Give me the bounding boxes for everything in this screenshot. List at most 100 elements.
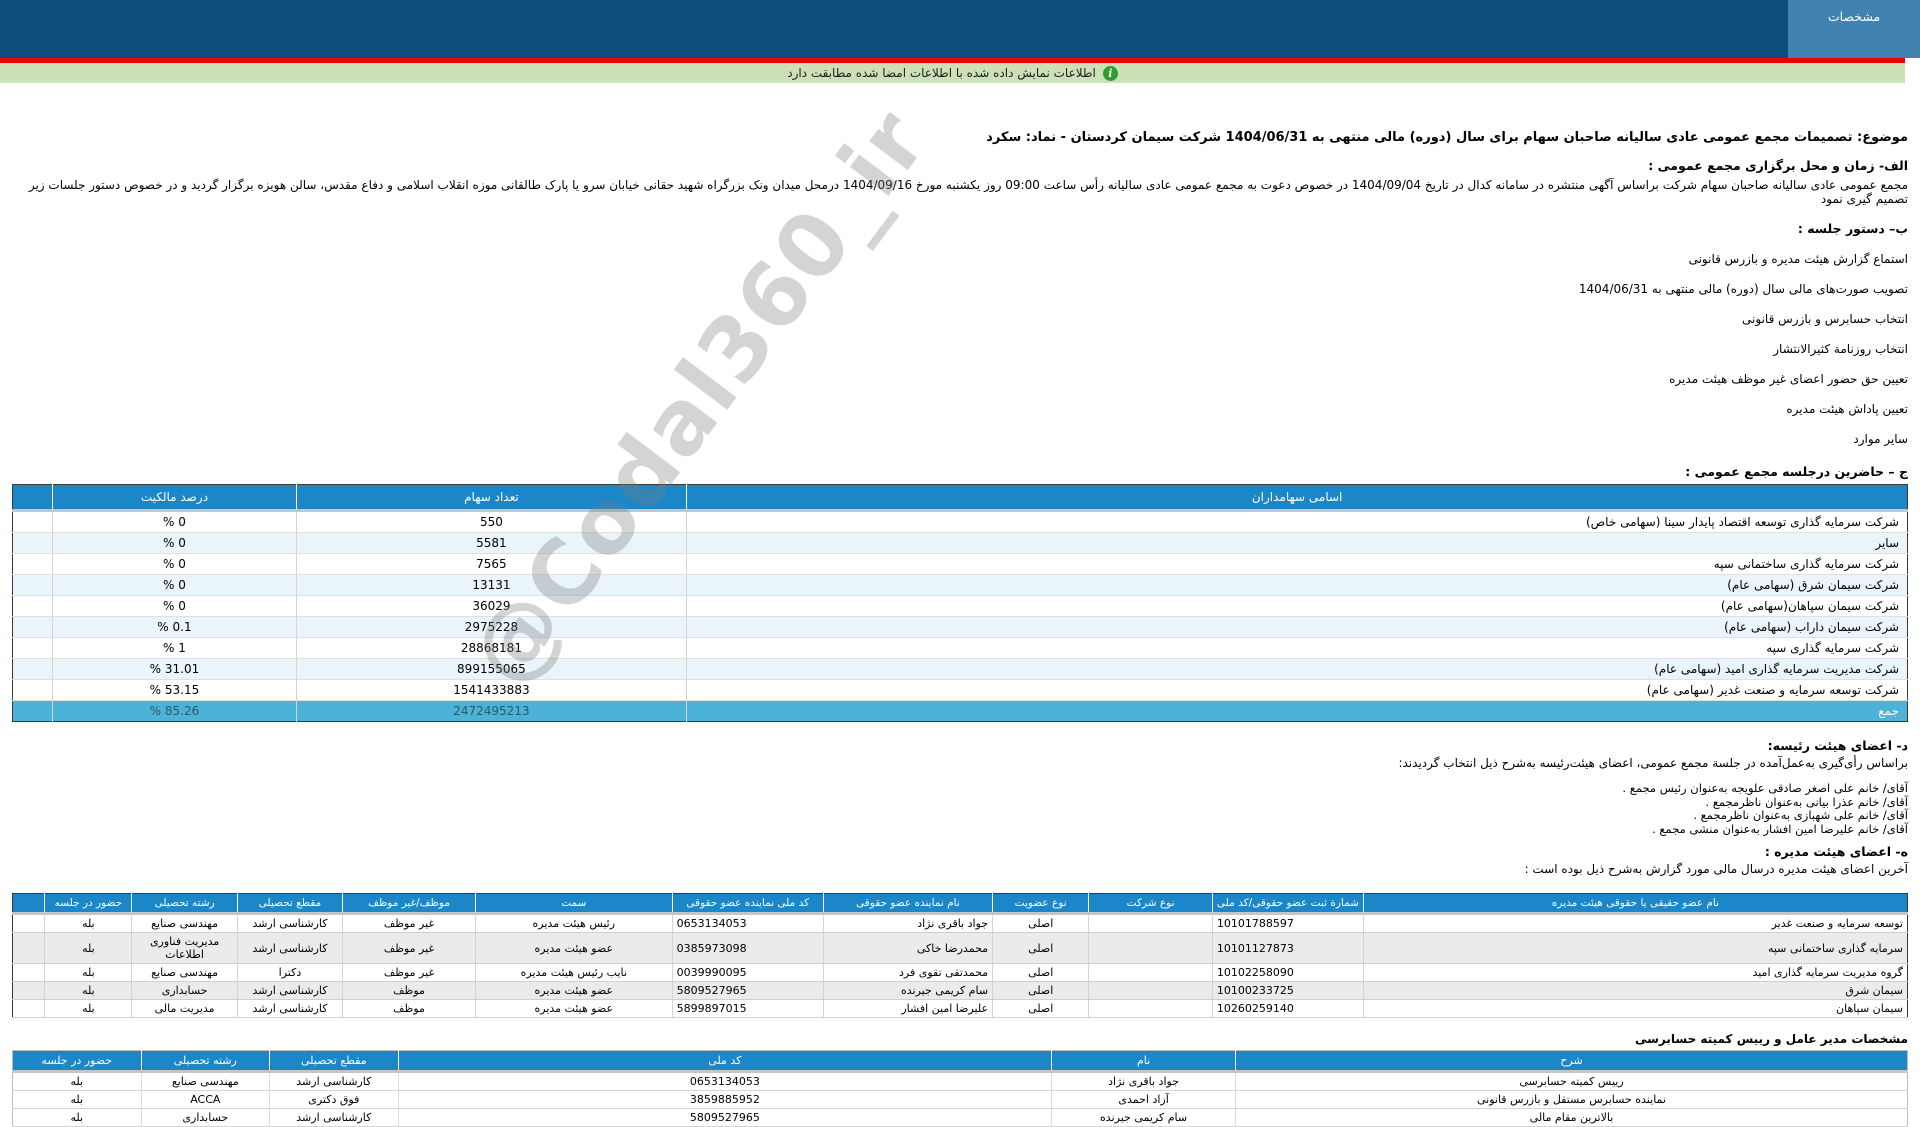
section-d-intro: براساس رأی‌گیری به‌عمل‌آمده در جلسة مجمع… xyxy=(12,756,1908,770)
national-id: 0653134053 xyxy=(398,1072,1052,1091)
attendance: بله xyxy=(45,1000,132,1018)
field-of-study: مدیریت فناوری اطلاعات xyxy=(132,933,237,964)
membership-type: اصلی xyxy=(993,914,1089,933)
position: عضو هیئت مدیره xyxy=(475,1000,672,1018)
share-count: 2975228 xyxy=(296,617,687,638)
col-degree: مقطع تحصیلی xyxy=(270,1051,399,1072)
shareholder-name: شرکت توسعه سرمایه و صنعت غدیر (سهامی عام… xyxy=(687,680,1908,701)
field-of-study: حسابداری xyxy=(132,982,237,1000)
executive-status: غیر موظف xyxy=(343,914,476,933)
total-label: جمع xyxy=(687,701,1908,722)
person-name: جواد باقری نژاد xyxy=(1052,1072,1236,1091)
company-type xyxy=(1089,1000,1213,1018)
national-id: 3859885952 xyxy=(398,1091,1052,1109)
registration-id: 10101127873 xyxy=(1212,933,1363,964)
report-body: موضوع: تصمیمات مجمع عمومی عادی سالیانه ص… xyxy=(0,130,1920,1127)
col-executive-status: موظف/غیر موظف xyxy=(343,894,476,914)
col-shareholder-name: اسامی سهامداران xyxy=(687,485,1908,511)
executive-status: غیر موظف xyxy=(343,933,476,964)
agenda-item: انتخاب حسابرس و بازرس قانونی xyxy=(12,312,1908,326)
empty-cell xyxy=(13,617,53,638)
shareholder-row: شرکت سرمایه گذاری ساختمانی سپه 7565 % 0 xyxy=(13,554,1908,575)
presiding-board-member: آقای/ خانم علی اصغر صادقی علویجه به‌عنوا… xyxy=(12,782,1908,796)
col-field-of-study: رشته تحصیلی xyxy=(141,1051,270,1072)
col-ownership-percent: درصد مالکیت xyxy=(53,485,296,511)
field-of-study: حسابداری xyxy=(141,1109,270,1127)
col-membership-type: نوع عضویت xyxy=(993,894,1089,914)
member-name: سیمان سپاهان xyxy=(1363,1000,1907,1018)
share-count: 550 xyxy=(296,511,687,533)
shareholder-row: شرکت سیمان داراب (سهامی عام) 2975228 % 0… xyxy=(13,617,1908,638)
attendance: بله xyxy=(45,914,132,933)
empty-cell xyxy=(13,596,53,617)
ownership-percent: % 53.15 xyxy=(53,680,296,701)
membership-type: اصلی xyxy=(993,1000,1089,1018)
shareholders-total: جمع 2472495213 % 85.26 xyxy=(13,701,1908,722)
ceo-audit-row: بالاترین مقام مالی سام کریمی جیرنده 5809… xyxy=(13,1109,1908,1127)
shareholder-name: شرکت سرمایه گذاری سپه xyxy=(687,638,1908,659)
executive-status: غیر موظف xyxy=(343,964,476,982)
shareholder-row: شرکت سیمان سپاهان(سهامی عام) 36029 % 0 xyxy=(13,596,1908,617)
director-row: سرمایه گذاری ساختمانی سپه 10101127873 اص… xyxy=(13,933,1908,964)
degree: کارشناسی ارشد xyxy=(237,1000,342,1018)
ceo-audit-table-header: شرح نام کد ملی مقطع تحصیلی رشته تحصیلی ح… xyxy=(13,1051,1908,1072)
col-attendance: حضور در جلسه xyxy=(45,894,132,914)
share-count: 7565 xyxy=(296,554,687,575)
position: نایب رئیس هیئت مدیره xyxy=(475,964,672,982)
description: رییس کمیته حسابرسی xyxy=(1235,1072,1907,1091)
directors-table-header: نام عضو حقیقی یا حقوقی هیئت مدیره شمارة … xyxy=(13,894,1908,914)
empty-cell xyxy=(13,982,45,1000)
ownership-percent: % 0 xyxy=(53,554,296,575)
empty-cell xyxy=(13,1000,45,1018)
representative-name: محمدرضا خاکی xyxy=(823,933,992,964)
attendance: بله xyxy=(13,1091,142,1109)
ownership-percent: % 0 xyxy=(53,511,296,533)
section-b-heading: ب– دستور جلسه : xyxy=(12,221,1908,236)
section-a-heading: الف- زمان و محل برگزاری مجمع عمومی : xyxy=(12,158,1908,173)
person-name: سام کریمی جیرنده xyxy=(1052,1109,1236,1127)
agenda-item: تعیین حق حضور اعضای غیر موظف هیئت مدیره xyxy=(12,372,1908,386)
shareholder-row: شرکت سرمایه گذاری توسعه اقتصاد پایدار سی… xyxy=(13,511,1908,533)
empty-cell xyxy=(13,554,53,575)
shareholders-rows: شرکت سرمایه گذاری توسعه اقتصاد پایدار سی… xyxy=(13,511,1908,701)
degree: دکترا xyxy=(237,964,342,982)
ownership-percent: % 0 xyxy=(53,533,296,554)
shareholder-row: شرکت مدیریت سرمایه گذاری امید (سهامی عام… xyxy=(13,659,1908,680)
representative-id: 5899897015 xyxy=(672,1000,823,1018)
member-name: سرمایه گذاری ساختمانی سپه xyxy=(1363,933,1907,964)
ownership-percent: % 0 xyxy=(53,575,296,596)
tab-specifications[interactable]: مشخصات xyxy=(1788,0,1920,58)
empty-cell xyxy=(13,914,45,933)
col-registration-id: شمارة ثبت عضو حقوقی/کد ملی xyxy=(1212,894,1363,914)
agenda-item: سایر موارد xyxy=(12,432,1908,446)
share-count: 1541433883 xyxy=(296,680,687,701)
attendance: بله xyxy=(13,1109,142,1127)
representative-name: سام کریمی جیرنده xyxy=(823,982,992,1000)
director-row: گروه مدیریت سرمایه گذاری امید 1010225809… xyxy=(13,964,1908,982)
agenda-item: تعیین پاداش هیئت مدیره xyxy=(12,402,1908,416)
position: عضو هیئت مدیره xyxy=(475,982,672,1000)
empty-cell xyxy=(13,680,53,701)
person-name: آزاد احمدی xyxy=(1052,1091,1236,1109)
shareholder-name: شرکت سیمان شرق (سهامی عام) xyxy=(687,575,1908,596)
position: عضو هیئت مدیره xyxy=(475,933,672,964)
directors-rows: توسعه سرمایه و صنعت غدیر 10101788597 اصل… xyxy=(13,914,1908,1018)
shareholder-name: شرکت سرمایه گذاری ساختمانی سپه xyxy=(687,554,1908,575)
section-a-body: مجمع عمومی عادی سالیانه صاحبان سهام شرکت… xyxy=(12,178,1908,206)
empty-cell xyxy=(13,511,53,533)
total-percent: % 85.26 xyxy=(53,701,296,722)
agenda-list: استماع گزارش هیئت مدیره و بازرس قانونی ت… xyxy=(12,252,1908,446)
position: رئیس هیئت مدیره xyxy=(475,914,672,933)
share-count: 5581 xyxy=(296,533,687,554)
ceo-audit-table: شرح نام کد ملی مقطع تحصیلی رشته تحصیلی ح… xyxy=(12,1050,1908,1127)
empty-cell xyxy=(13,933,45,964)
top-navbar: مشخصات xyxy=(0,0,1920,58)
signature-match-bar: i اطلاعات نمایش داده شده با اطلاعات امضا… xyxy=(0,63,1905,83)
share-count: 899155065 xyxy=(296,659,687,680)
section-c-heading: ج – حاضرین درجلسه مجمع عمومی : xyxy=(12,464,1908,479)
col-representative-name: نام نماینده عضو حقوقی xyxy=(823,894,992,914)
col-attendance: حضور در جلسه xyxy=(13,1051,142,1072)
shareholder-row: شرکت سرمایه گذاری سپه 28868181 % 1 xyxy=(13,638,1908,659)
col-field-of-study: رشته تحصیلی xyxy=(132,894,237,914)
shareholder-name: شرکت سیمان داراب (سهامی عام) xyxy=(687,617,1908,638)
